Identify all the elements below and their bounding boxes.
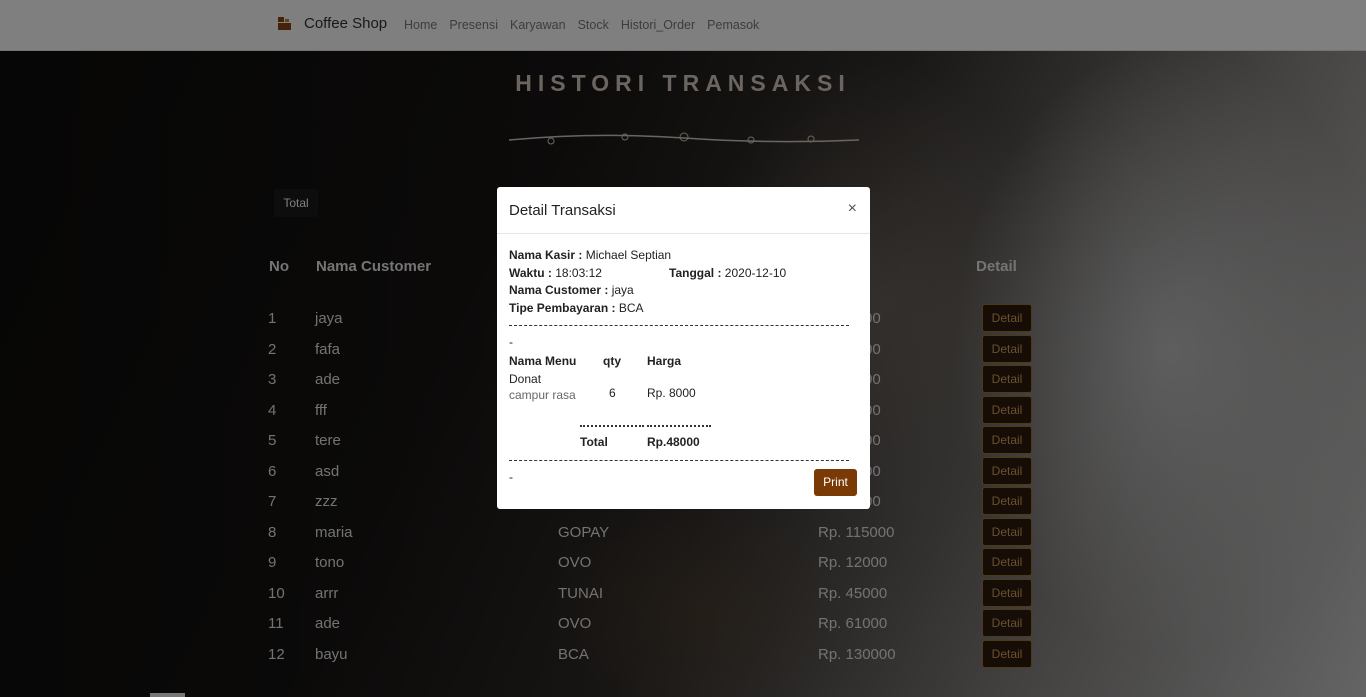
total-value: Rp.48000: [647, 435, 700, 449]
kasir-label: Nama Kasir :: [509, 248, 583, 262]
tanggal-line: Tanggal : 2020-12-10: [669, 266, 786, 280]
dash-text: -: [509, 470, 513, 484]
col-harga: Harga: [647, 354, 682, 368]
item-qty: 6: [609, 386, 616, 400]
payment-line: Tipe Pembayaran : BCA: [509, 301, 644, 315]
item-name: Donat: [509, 372, 542, 386]
payment-value: BCA: [618, 301, 644, 315]
dotted-underline-harga: [647, 425, 711, 427]
divider-dashed: [509, 325, 849, 326]
kasir-line: Nama Kasir : Michael Septian: [509, 248, 671, 262]
payment-label: Tipe Pembayaran :: [509, 301, 616, 315]
tanggal-value: 2020-12-10: [724, 266, 787, 280]
scrollbar-thumb[interactable]: [150, 693, 185, 697]
divider-dashed: [509, 460, 849, 461]
kasir-value: Michael Septian: [585, 248, 672, 262]
col-qty: qty: [603, 354, 621, 368]
tanggal-label: Tanggal :: [669, 266, 722, 280]
detail-modal: Detail Transaksi × Nama Kasir : Michael …: [497, 187, 870, 509]
close-icon[interactable]: ×: [848, 200, 857, 218]
dash-text: -: [509, 335, 513, 349]
waktu-label: Waktu :: [509, 266, 552, 280]
waktu-value: 18:03:12: [555, 266, 602, 280]
customer-value: jaya: [611, 283, 634, 297]
print-button[interactable]: Print: [814, 469, 857, 496]
total-label: Total: [580, 435, 608, 449]
modal-header: Detail Transaksi ×: [497, 187, 870, 234]
modal-title: Detail Transaksi: [509, 202, 616, 219]
waktu-line: Waktu : 18:03:12: [509, 266, 602, 280]
item-variant: campur rasa: [509, 388, 576, 402]
dotted-underline-qty: [580, 425, 644, 427]
item-harga: Rp. 8000: [647, 386, 696, 400]
col-menu: Nama Menu: [509, 354, 577, 368]
customer-line: Nama Customer : jaya: [509, 283, 634, 297]
customer-label: Nama Customer :: [509, 283, 609, 297]
